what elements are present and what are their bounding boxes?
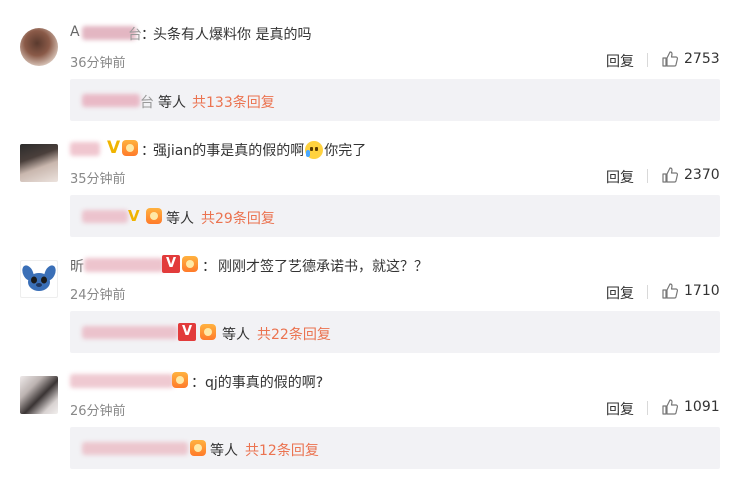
like-button[interactable]: 2370 [661, 165, 720, 185]
timestamp: 24分钟前 [70, 288, 126, 303]
username-blurred[interactable] [70, 142, 100, 156]
fan-badge-icon [190, 440, 206, 456]
fan-badge-icon [182, 256, 198, 272]
divider [647, 285, 648, 299]
vip-v-icon: V [178, 323, 196, 341]
timestamp: 36分钟前 [70, 56, 126, 71]
thumbs-up-icon [662, 167, 679, 183]
badge-group: V [162, 255, 198, 273]
like-button[interactable]: 2753 [661, 49, 720, 69]
comment-item: 昕 V ： 刚刚才签了艺德承诺书，就这？？ 24分钟前 回复 1710 V 等人… [0, 232, 739, 353]
badge-group [172, 371, 188, 389]
reply-button[interactable]: 回复 [606, 399, 634, 419]
sub-reply-dengren: 等人 [222, 327, 250, 343]
comment-text: 刚刚才签了艺德承诺书，就这？？ [218, 259, 428, 275]
sub-replies-box[interactable]: V 等人 共22条回复 [70, 311, 720, 353]
username-end[interactable]: 台 [128, 24, 142, 44]
comment-item: ： qj的事真的假的啊? 26分钟前 回复 1091 等人 共12条回复 [0, 348, 739, 469]
username-initial[interactable]: A [70, 24, 80, 40]
crying-emoji-icon [305, 141, 324, 159]
fan-badge-icon [200, 324, 216, 340]
verified-v-icon: V [128, 207, 140, 225]
comment-text: qj的事真的假的啊? [205, 375, 324, 391]
username-blurred[interactable] [84, 258, 164, 272]
sub-reply-dengren: 等人 [166, 211, 194, 227]
sub-replies-box[interactable]: 等人 共12条回复 [70, 427, 720, 469]
sub-replies-box[interactable]: 台 等人 共133条回复 [70, 79, 720, 121]
avatar[interactable] [20, 28, 58, 66]
reply-count-link[interactable]: 共133条回复 [192, 92, 275, 112]
divider [647, 169, 648, 183]
sub-reply-dengren: 等人 [210, 443, 238, 459]
reply-button[interactable]: 回复 [606, 167, 634, 187]
sub-reply-username-end[interactable]: 台 [140, 92, 154, 112]
colon: ： [191, 375, 205, 391]
avatar[interactable] [20, 376, 58, 414]
like-count: 1710 [684, 283, 720, 299]
comment-item: A 台 ： 头条有人爆料你 是真的吗 36分钟前 回复 2753 台 等人 共1… [0, 0, 739, 121]
like-button[interactable]: 1710 [661, 281, 720, 301]
thumbs-up-icon [662, 51, 679, 67]
avatar[interactable] [20, 260, 58, 298]
fan-badge-icon [146, 208, 162, 224]
reply-button[interactable]: 回复 [606, 283, 634, 303]
sub-reply-username-blurred[interactable] [82, 94, 140, 107]
like-button[interactable]: 1091 [661, 397, 720, 417]
reply-count-link[interactable]: 共12条回复 [245, 440, 319, 460]
thumbs-up-icon [662, 399, 679, 415]
badge-group: V [107, 138, 139, 158]
sub-reply-username-blurred[interactable] [82, 442, 188, 455]
avatar[interactable] [20, 144, 58, 182]
username-initial[interactable]: 昕 [70, 256, 84, 276]
like-count: 2753 [684, 51, 720, 67]
fan-badge-icon [122, 140, 139, 156]
timestamp: 35分钟前 [70, 172, 126, 187]
timestamp: 26分钟前 [70, 404, 126, 419]
comment-text: 头条有人爆料你 是真的吗 [153, 27, 312, 43]
like-count: 1091 [684, 399, 720, 415]
reply-count-link[interactable]: 共29条回复 [201, 208, 275, 228]
divider [647, 401, 648, 415]
colon: ： [202, 259, 216, 275]
thumbs-up-icon [662, 283, 679, 299]
stitch-avatar-icon [22, 265, 56, 291]
vip-v-icon: V [162, 255, 180, 273]
comment-text-part2: 你完了 [324, 143, 367, 159]
reply-count-link[interactable]: 共22条回复 [257, 324, 331, 344]
sub-reply-username-blurred[interactable] [82, 210, 128, 223]
sub-reply-username-blurred[interactable] [82, 326, 178, 339]
reply-button[interactable]: 回复 [606, 51, 634, 71]
comment-text-part1: 强jian的事是真的假的啊 [153, 143, 305, 159]
sub-reply-dengren: 等人 [158, 95, 186, 111]
like-count: 2370 [684, 167, 720, 183]
verified-v-icon: V [107, 138, 121, 158]
comment-item: V ： 强jian的事是真的假的啊 你完了 35分钟前 回复 2370 V 等人 … [0, 116, 739, 237]
sub-replies-box[interactable]: V 等人 共29条回复 [70, 195, 720, 237]
fan-badge-icon [172, 372, 188, 388]
username-blurred[interactable] [70, 374, 174, 388]
comment-text: 强jian的事是真的假的啊 你完了 [153, 140, 366, 160]
divider [647, 53, 648, 67]
